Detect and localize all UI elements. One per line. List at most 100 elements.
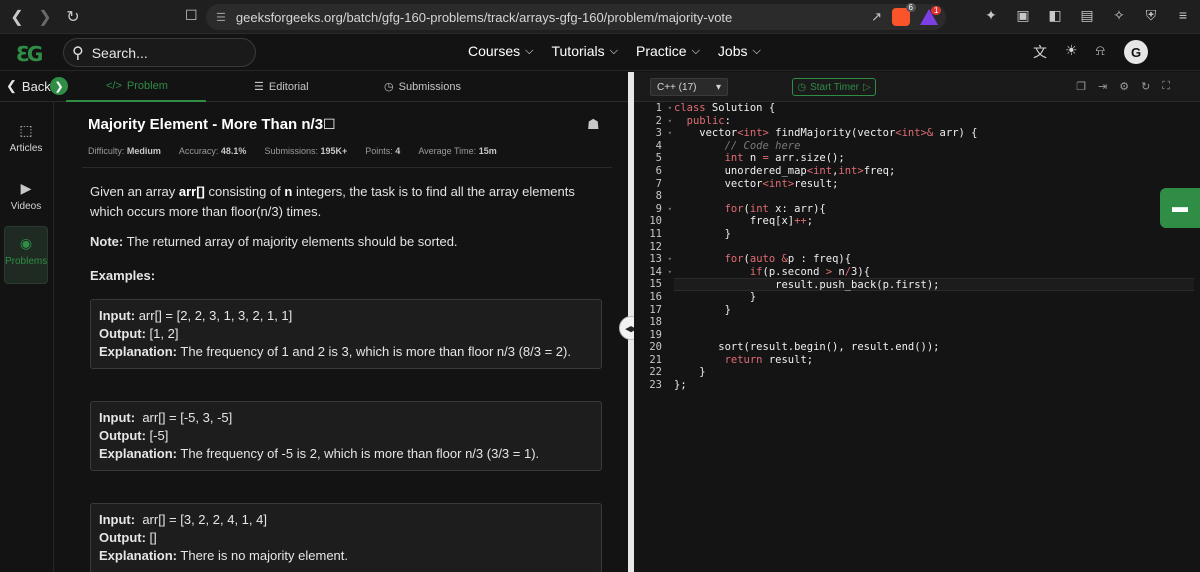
share-icon[interactable]: ↗ xyxy=(871,9,882,25)
tab-submissions[interactable]: ◷ Submissions xyxy=(384,80,461,94)
divider xyxy=(82,167,612,168)
accuracy-label: Accuracy: xyxy=(178,146,219,156)
brave-shields-icon[interactable]: 6 xyxy=(892,3,916,26)
start-timer-button[interactable]: ◷ Start Timer ▷ xyxy=(792,78,876,96)
code-line: int n = arr.size(); xyxy=(724,152,845,165)
accuracy: Accuracy: 48.1% xyxy=(179,146,247,156)
output-label: Output: xyxy=(99,428,146,443)
line-number: 22 xyxy=(649,366,662,379)
submissions: Submissions: 195K+ xyxy=(264,146,347,156)
code-line: class Solution { xyxy=(674,102,776,114)
avatar[interactable]: G xyxy=(1124,40,1148,64)
line-number: 2 ▾ xyxy=(655,114,672,128)
reader-mode-icon[interactable]: ▣ xyxy=(1014,7,1032,24)
example-explanation: Explanation: There is no majority elemen… xyxy=(99,547,593,565)
code-line: if(p.second > n/3){ xyxy=(749,265,871,278)
notification-bell-icon[interactable]: ⍾ xyxy=(1096,42,1105,62)
avg-time-label: Average Time: xyxy=(418,146,477,156)
nav-courses-label: Courses xyxy=(468,43,521,59)
explanation-label: Explanation: xyxy=(99,446,178,461)
search-icon: ⚲ xyxy=(72,44,84,62)
tab-editorial[interactable]: ☰ Editorial xyxy=(254,80,309,94)
tab-submissions-label: Submissions xyxy=(398,80,461,93)
site-header: ƐG ⚲ Courses ⌵ Tutorials ⌵ Practice ⌵ Jobs ⌵… xyxy=(0,34,1200,71)
code-editor[interactable]: 1 ▾ 2 ▾ 3 ▾ 4 5 6 7 8 9 ▾ 10 11 12 13 ▾ 14 ▾ 15 16 17 18 19 20 21 2… xyxy=(634,102,1200,572)
problem-description: Given an array arr[] consisting of n int… xyxy=(90,182,600,222)
problem-panel: Majority Element - More Than n/3☐ ☗ Diff… xyxy=(54,102,628,572)
example-input: Input: arr[] = [-5, 3, -5] xyxy=(99,409,593,427)
back-button[interactable]: ❮ Back ❯ xyxy=(6,77,68,95)
rewards-count-badge: 1 xyxy=(931,6,942,15)
expand-arrow-icon[interactable]: ❯ xyxy=(50,77,68,95)
sidebar-item-videos[interactable]: ▶ Videos xyxy=(4,180,48,212)
line-number: 9 ▾ xyxy=(655,202,672,216)
menu-icon[interactable]: ≡ xyxy=(1174,7,1192,24)
nav-tutorials-label: Tutorials xyxy=(551,43,605,59)
line-number: 6 xyxy=(655,164,662,177)
fullscreen-icon[interactable]: ⛶ xyxy=(1162,80,1170,93)
output-label: Output: xyxy=(99,326,146,341)
wallet-icon[interactable]: ▤ xyxy=(1078,7,1096,24)
forward-arrow-icon[interactable]: ❯ xyxy=(34,6,56,28)
code-line: vector<int>result; xyxy=(674,177,839,190)
settings-icon[interactable]: ⚙ xyxy=(1119,80,1129,93)
language-select[interactable]: C++ (17) ▾ xyxy=(650,78,728,96)
problems-icon: ◉ xyxy=(19,235,33,251)
upload-file-icon[interactable]: ⇥ xyxy=(1098,80,1107,93)
fold-chevron-icon[interactable]: ▾ xyxy=(668,203,672,216)
header-icons: 文 ☀ ⍾ xyxy=(1033,42,1105,62)
submissions-label: Submissions: xyxy=(264,146,318,156)
line-number: 5 xyxy=(655,152,662,165)
points: Points: 4 xyxy=(365,146,400,156)
nav-tutorials[interactable]: Tutorials ⌵ xyxy=(551,43,618,59)
bookmark-icon[interactable]: ☐ xyxy=(185,7,198,24)
brave-rewards-icon[interactable]: 1 xyxy=(920,6,942,25)
search-input[interactable] xyxy=(91,44,232,61)
line-number: 23 xyxy=(649,379,662,392)
gfg-logo[interactable]: ƐG xyxy=(16,42,43,66)
translate-icon[interactable]: 文 xyxy=(1033,42,1047,62)
site-settings-icon[interactable]: ☰ xyxy=(216,11,226,24)
nav-jobs[interactable]: Jobs ⌵ xyxy=(718,43,761,59)
nav-courses[interactable]: Courses ⌵ xyxy=(468,43,533,59)
fold-chevron-icon[interactable]: ▾ xyxy=(668,127,672,140)
theme-toggle-icon[interactable]: ☀ xyxy=(1065,42,1078,62)
example-output: Output: [-5] xyxy=(99,427,593,445)
line-number: 7 xyxy=(655,177,662,190)
fold-chevron-icon[interactable]: ▾ xyxy=(668,266,672,279)
code-line: unordered_map<int,int>freq; xyxy=(674,164,896,177)
extension-icons: ✦ ▣ ◧ ▤ ✧ ⛨ ≡ xyxy=(982,7,1192,24)
search-box[interactable]: ⚲ xyxy=(63,38,256,67)
reset-icon[interactable]: ↻ xyxy=(1141,80,1150,93)
vpn-shield-icon[interactable]: ⛨ xyxy=(1142,7,1160,24)
leo-ai-icon[interactable]: ✧ xyxy=(1110,7,1128,24)
sidebar-item-articles[interactable]: ⬚ Articles xyxy=(4,122,48,154)
line-number: 4 xyxy=(655,139,662,152)
tab-editorial-label: Editorial xyxy=(268,80,309,93)
example-box: Input: arr[] = [3, 2, 2, 4, 1, 4] Output… xyxy=(90,503,602,572)
back-arrow-icon[interactable]: ❮ xyxy=(6,6,28,28)
fold-chevron-icon[interactable]: ▾ xyxy=(668,102,672,115)
nav-practice[interactable]: Practice ⌵ xyxy=(636,43,700,59)
reload-icon[interactable]: ↻ xyxy=(62,6,84,28)
extensions-icon[interactable]: ✦ xyxy=(982,7,1000,24)
tab-problem[interactable]: </> Problem xyxy=(106,80,168,92)
desc-text: Given an array xyxy=(90,184,179,199)
address-bar[interactable]: ☰ geeksforgeeks.org/batch/gfg-160-proble… xyxy=(206,3,946,30)
chat-icon[interactable]: ▬ xyxy=(1160,188,1200,228)
copy-icon[interactable]: ❐ xyxy=(1076,80,1086,93)
bookmark-icon[interactable]: ☐ xyxy=(323,116,336,132)
fold-chevron-icon[interactable]: ▾ xyxy=(668,115,672,128)
code-line: public: xyxy=(686,114,731,127)
report-bug-icon[interactable]: ☗ xyxy=(587,116,600,133)
code-line: } xyxy=(674,366,706,379)
line-number: 21 xyxy=(649,353,662,366)
example-output: Output: [] xyxy=(99,529,593,547)
chevron-down-icon: ⌵ xyxy=(691,44,700,57)
sidebar-item-problems[interactable]: ◉ Problems xyxy=(4,226,48,284)
code-content[interactable]: class Solution { public: vector<int> fin… xyxy=(674,102,1194,392)
fold-chevron-icon[interactable]: ▾ xyxy=(668,253,672,266)
url-text: geeksforgeeks.org/batch/gfg-160-problems… xyxy=(235,9,733,25)
sidebar-toggle-icon[interactable]: ◧ xyxy=(1046,7,1064,24)
